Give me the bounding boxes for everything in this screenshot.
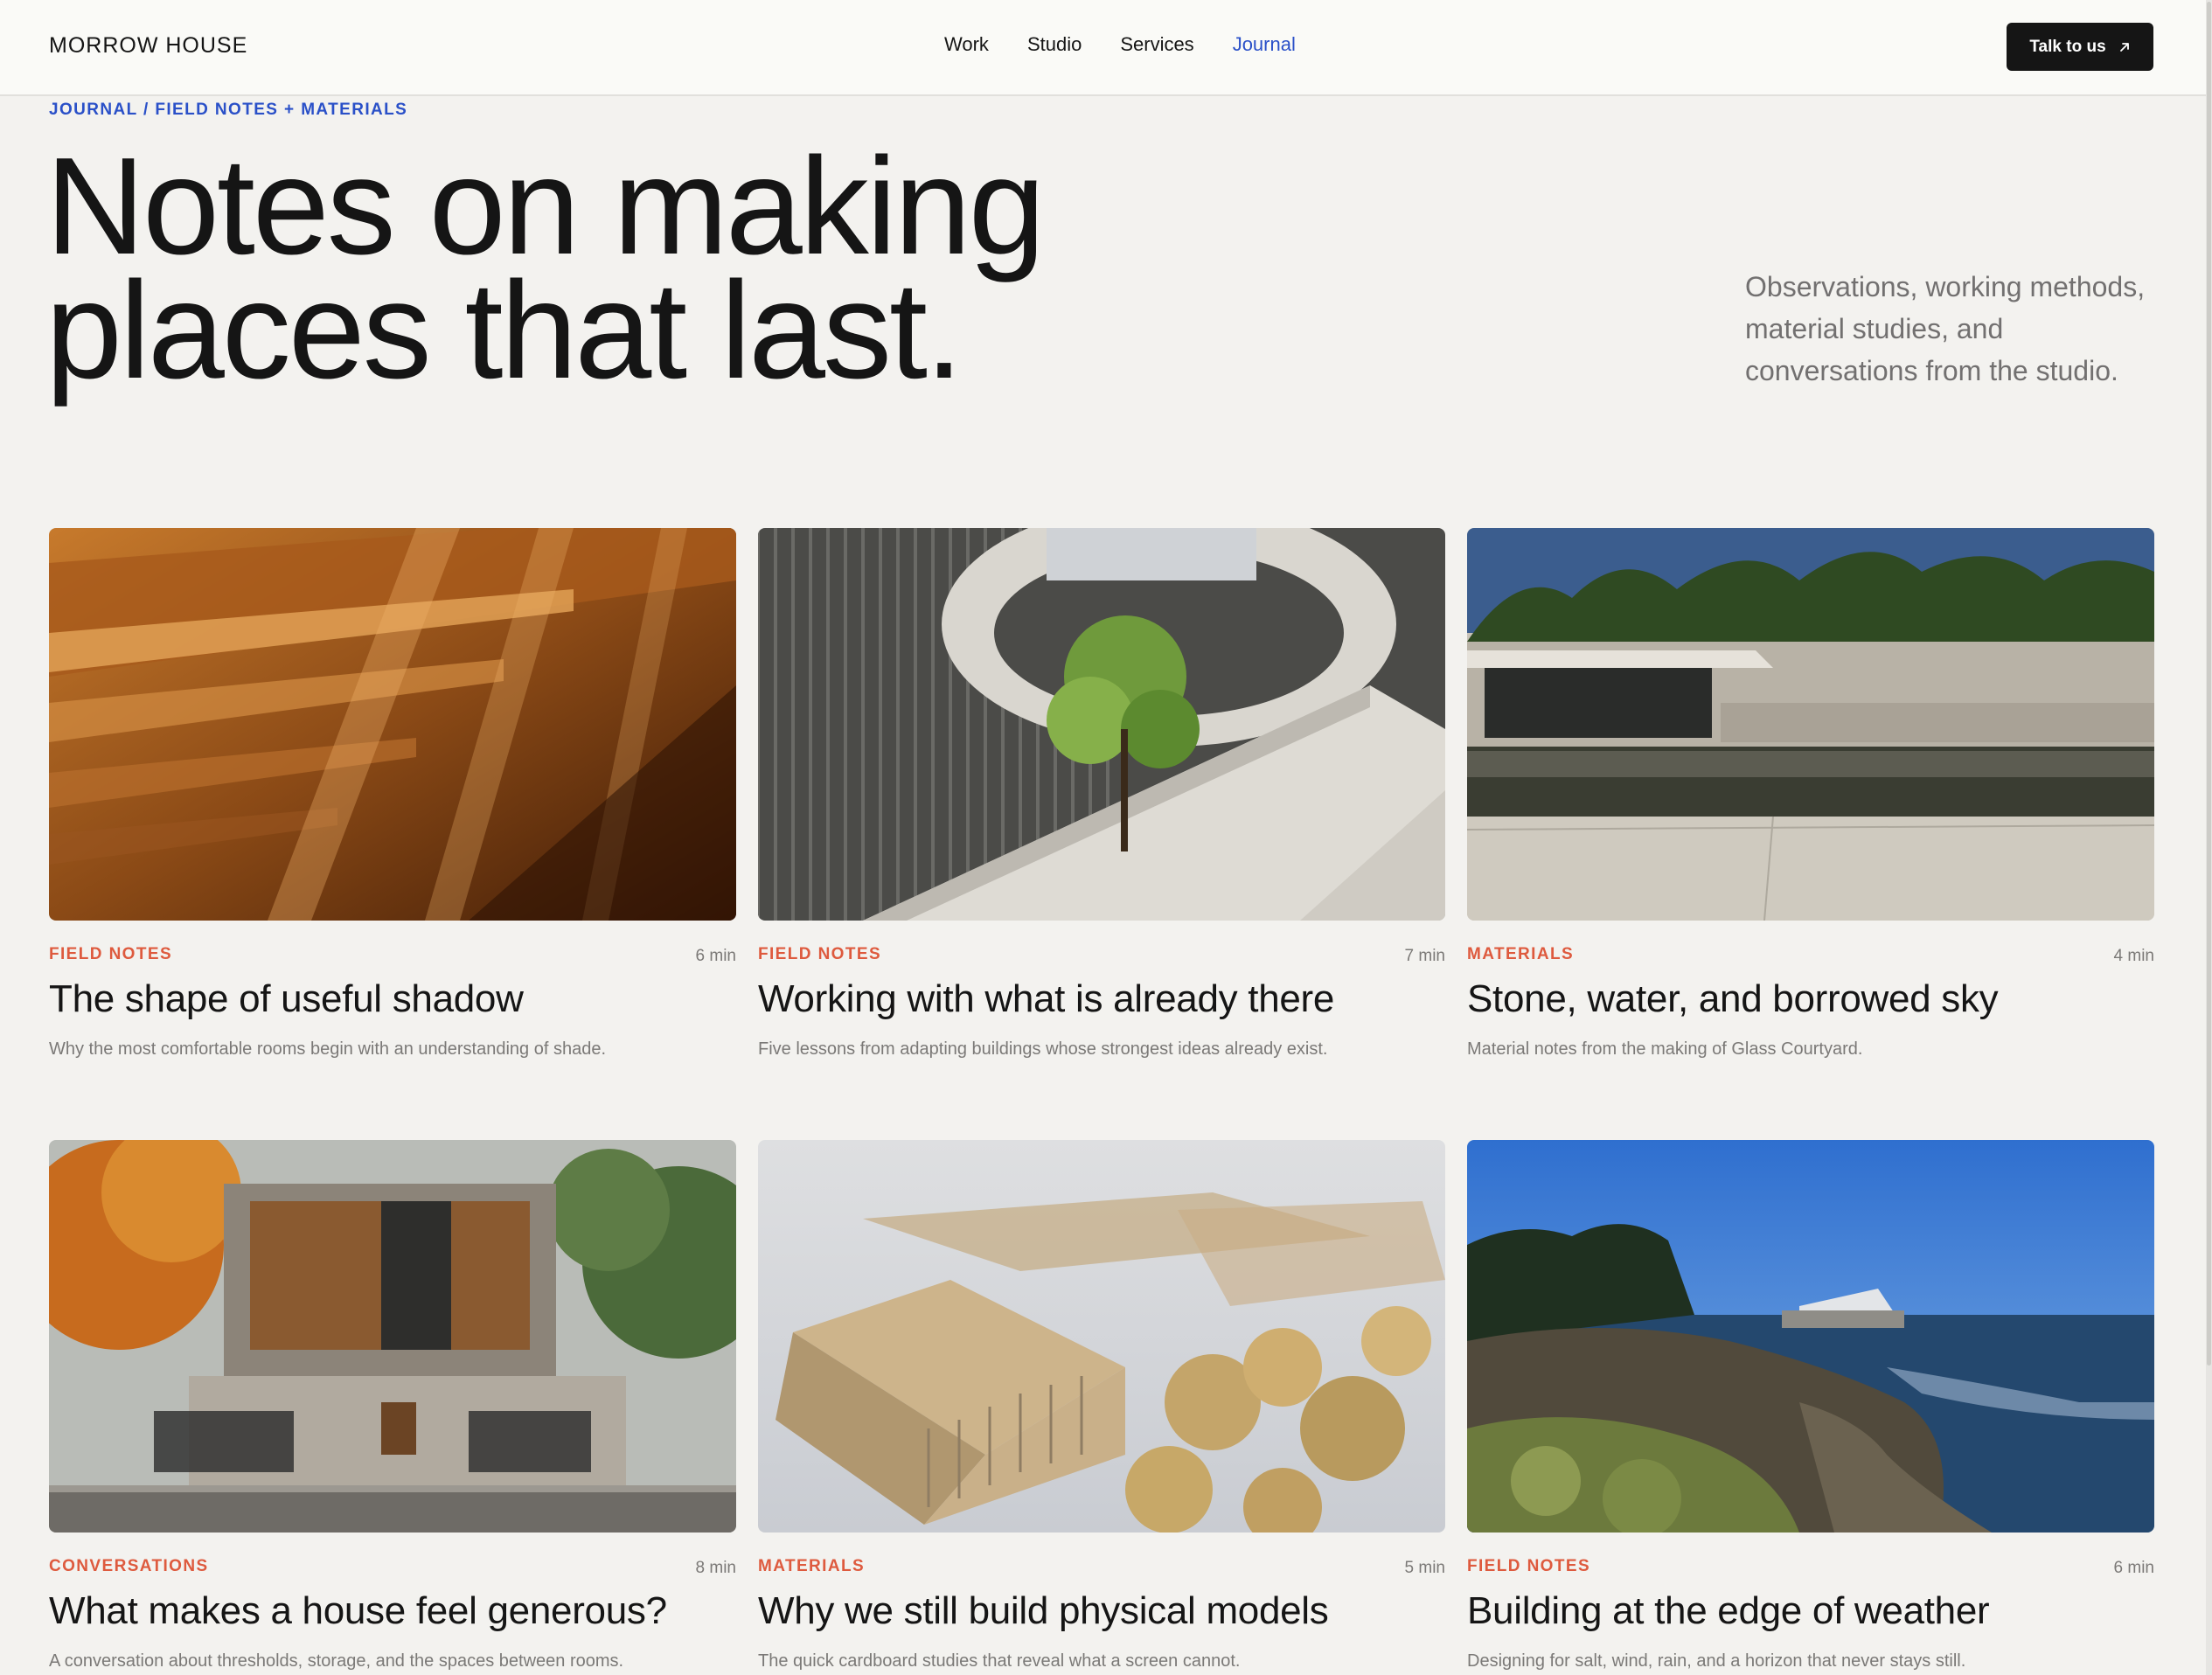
site-header: MORROW HOUSE Work Studio Services Journa… xyxy=(0,0,2212,96)
breadcrumb[interactable]: JOURNAL / FIELD NOTES + MATERIALS xyxy=(49,101,407,120)
nav-studio[interactable]: Studio xyxy=(1027,33,1082,56)
page-scrollbar[interactable] xyxy=(2206,0,2212,1675)
article-excerpt: Why the most comfortable rooms begin wit… xyxy=(49,1039,607,1059)
scrollbar-thumb[interactable] xyxy=(2207,2,2211,1366)
article-title[interactable]: Building at the edge of weather xyxy=(1467,1587,2154,1636)
journal-page: MORROW HOUSE Work Studio Services Journa… xyxy=(0,0,2212,1675)
article-category[interactable]: MATERIALS xyxy=(758,1557,865,1576)
page-subtitle: Observations, working methods, material … xyxy=(1745,271,2146,386)
article-image[interactable] xyxy=(758,1140,1445,1533)
article-image[interactable] xyxy=(49,528,736,921)
title-line-2: places that last. xyxy=(45,254,963,407)
article-image[interactable] xyxy=(758,528,1445,921)
article-category[interactable]: FIELD NOTES xyxy=(1467,1557,1590,1576)
arrow-up-right-icon xyxy=(2119,42,2129,52)
main-nav: Work Studio Services Journal xyxy=(944,33,1296,56)
article-card[interactable]: CONVERSATIONS 8 min What makes a house f… xyxy=(49,1140,736,1672)
nav-work[interactable]: Work xyxy=(944,33,989,56)
article-category[interactable]: FIELD NOTES xyxy=(758,945,881,964)
article-title[interactable]: Why we still build physical models xyxy=(758,1587,1445,1636)
article-excerpt: Material notes from the making of Glass … xyxy=(1467,1039,1863,1059)
brand-logo[interactable]: MORROW HOUSE xyxy=(49,33,247,59)
nav-services[interactable]: Services xyxy=(1120,33,1193,56)
article-read-time: 8 min xyxy=(695,1559,736,1577)
article-image[interactable] xyxy=(1467,1140,2154,1533)
cta-label: Talk to us xyxy=(2029,37,2106,56)
article-card[interactable]: FIELD NOTES 6 min The shape of useful sh… xyxy=(49,528,736,1060)
article-excerpt: Designing for salt, wind, rain, and a ho… xyxy=(1467,1651,1966,1671)
article-card[interactable]: FIELD NOTES 7 min Working with what is a… xyxy=(758,528,1445,1060)
article-image[interactable] xyxy=(1467,528,2154,921)
article-category[interactable]: FIELD NOTES xyxy=(49,945,172,964)
article-title[interactable]: The shape of useful shadow xyxy=(49,975,736,1024)
article-title[interactable]: Stone, water, and borrowed sky xyxy=(1467,975,2154,1024)
article-title[interactable]: What makes a house feel generous? xyxy=(49,1587,736,1636)
article-category[interactable]: CONVERSATIONS xyxy=(49,1557,209,1576)
article-card[interactable]: MATERIALS 4 min Stone, water, and borrow… xyxy=(1467,528,2154,1060)
article-read-time: 5 min xyxy=(1404,1559,1445,1577)
article-image[interactable] xyxy=(49,1140,736,1533)
article-card[interactable]: MATERIALS 5 min Why we still build physi… xyxy=(758,1140,1445,1672)
nav-journal[interactable]: Journal xyxy=(1233,33,1296,56)
talk-to-us-button[interactable]: Talk to us xyxy=(2007,23,2153,71)
article-read-time: 6 min xyxy=(2113,1559,2154,1577)
article-excerpt: The quick cardboard studies that reveal … xyxy=(758,1651,1241,1671)
article-read-time: 4 min xyxy=(2113,947,2154,965)
article-excerpt: Five lessons from adapting buildings who… xyxy=(758,1039,1328,1059)
article-title[interactable]: Working with what is already there xyxy=(758,975,1445,1024)
article-card[interactable]: FIELD NOTES 6 min Building at the edge o… xyxy=(1467,1140,2154,1672)
article-read-time: 6 min xyxy=(695,947,736,965)
article-category[interactable]: MATERIALS xyxy=(1467,945,1574,964)
article-read-time: 7 min xyxy=(1404,947,1445,965)
article-excerpt: A conversation about thresholds, storage… xyxy=(49,1651,624,1671)
page-title: Notes on making places that last. xyxy=(45,137,1182,400)
